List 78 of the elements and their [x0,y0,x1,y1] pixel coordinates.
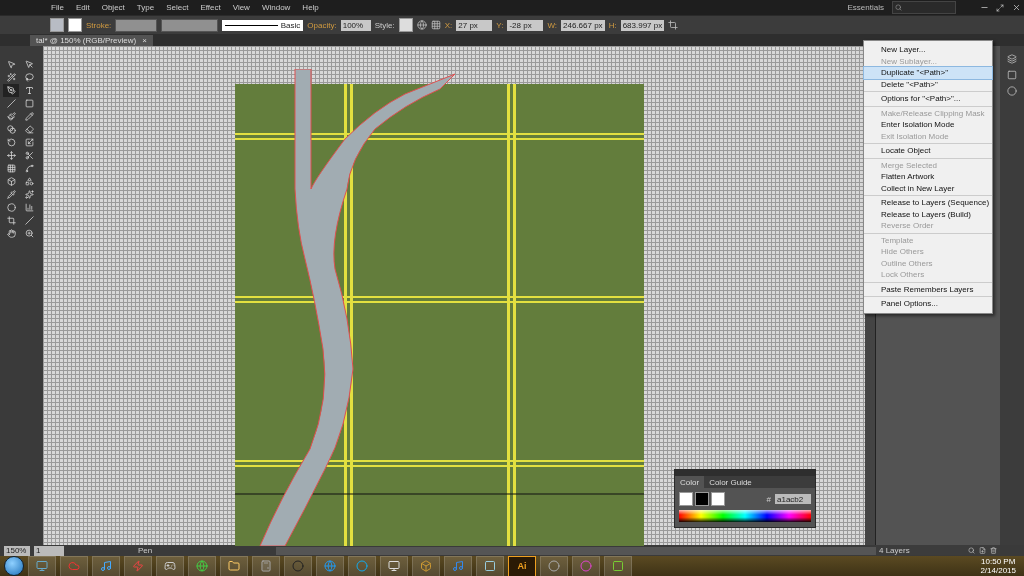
taskbar-app-icon[interactable] [540,555,568,576]
stroke-label: Stroke: [86,20,112,30]
fill-swatch[interactable] [50,18,64,32]
new-layer-icon[interactable] [979,546,986,554]
menu-item[interactable]: Type [130,3,161,12]
brush-dropdown[interactable]: Basic [222,19,304,31]
menu-entry[interactable]: New Layer... [864,44,992,56]
menu-item[interactable]: Edit [69,3,96,12]
menu-entry[interactable]: Collect in New Layer [864,182,992,194]
hex-field[interactable]: a1acb2 [775,494,811,504]
coordinate-label: W: [547,20,558,30]
style-swatch[interactable] [398,18,413,32]
taskbar-app-icon[interactable] [156,555,184,576]
search-icon [895,4,902,11]
current-tool-label: Pen [138,546,153,555]
menu-item[interactable]: File [45,3,70,12]
taskbar-app-icon[interactable] [380,555,408,576]
color-swatch[interactable] [711,492,725,506]
menu-entry[interactable]: Options for "<Path>"... [864,93,992,105]
taskbar-app-icon[interactable] [92,555,120,576]
page-field[interactable]: 1 [34,545,64,556]
stroke-weight-dropdown[interactable] [115,18,158,32]
zoom-field[interactable]: 150% [4,545,30,556]
coordinate-label: X: [444,20,453,30]
style-label: Style: [374,20,395,30]
coordinate-field[interactable]: 27 px [456,19,493,31]
workspace-switcher[interactable]: Essentials [847,3,884,12]
menu-entry[interactable]: Locate Object [864,145,992,157]
panel-tab[interactable]: Color Guide [704,476,757,488]
taskbar-app-icon[interactable] [476,555,504,576]
document-title: tal* @ 150% (RGB/Preview) [36,36,137,45]
taskbar-app-icon[interactable] [220,555,248,576]
opacity-field[interactable]: 100% [340,19,371,31]
document-tab[interactable]: tal* @ 150% (RGB/Preview) × [30,35,153,46]
menu-item[interactable]: Window [255,3,297,12]
menu-entry[interactable]: Paste Remembers Layers [864,283,992,295]
pen-icon[interactable] [3,84,19,97]
coordinate-field[interactable]: 246.667 px [561,19,605,31]
color-spectrum[interactable] [679,510,811,522]
taskbar-app-icon[interactable] [28,555,56,576]
transform-icon[interactable] [668,20,679,30]
align-icon[interactable] [430,20,441,30]
clock-date: 2/14/2015 [980,566,1016,575]
taskbar-app-icon[interactable] [412,555,440,576]
opacity-label: Opacity: [307,20,337,30]
menu-entry[interactable]: Panel Options... [864,298,992,310]
menu-entry[interactable]: Release to Layers (Sequence) [864,197,992,209]
coordinate-label: H: [608,20,617,30]
trash-icon[interactable] [990,546,997,554]
tab-close[interactable]: × [142,36,147,45]
menu-item[interactable]: Effect [194,3,227,12]
coordinate-field[interactable]: 683.997 px [620,19,665,31]
clock-time: 10:50 PM [981,557,1016,566]
start-button[interactable] [4,556,24,576]
menu-item[interactable]: Help [296,3,325,12]
coordinate-label: Y: [496,20,504,30]
menu-entry[interactable]: Enter Isolation Mode [864,119,992,131]
menu-item[interactable]: Select [160,3,195,12]
menu-entry[interactable]: Duplicate "<Path>" [864,67,992,79]
stroke-swatch[interactable] [68,18,82,32]
search-field[interactable] [892,1,956,14]
coordinate-field[interactable]: -28 px [507,19,544,31]
search-icon[interactable] [968,546,975,554]
menu-item[interactable]: View [226,3,256,12]
menu-entry[interactable]: Flatten Artwork [864,171,992,183]
horizontal-scrollbar[interactable] [276,546,876,555]
menu-entry[interactable]: Release to Layers (Build) [864,208,992,220]
taskbar-app-icon[interactable] [604,555,632,576]
panel-tab[interactable]: Color [675,476,705,488]
layers-icon[interactable] [1007,54,1017,64]
variable-width-dropdown[interactable] [161,18,219,32]
hash-label: # [766,494,771,504]
layer-count: 4 Layers [879,545,910,555]
color-swatch[interactable] [695,492,709,506]
taskbar-app[interactable]: Ai [508,555,536,576]
menu-item[interactable]: Object [95,3,131,12]
taskbar-app-icon[interactable] [188,555,216,576]
menu-entry[interactable]: Delete "<Path>" [864,78,992,90]
